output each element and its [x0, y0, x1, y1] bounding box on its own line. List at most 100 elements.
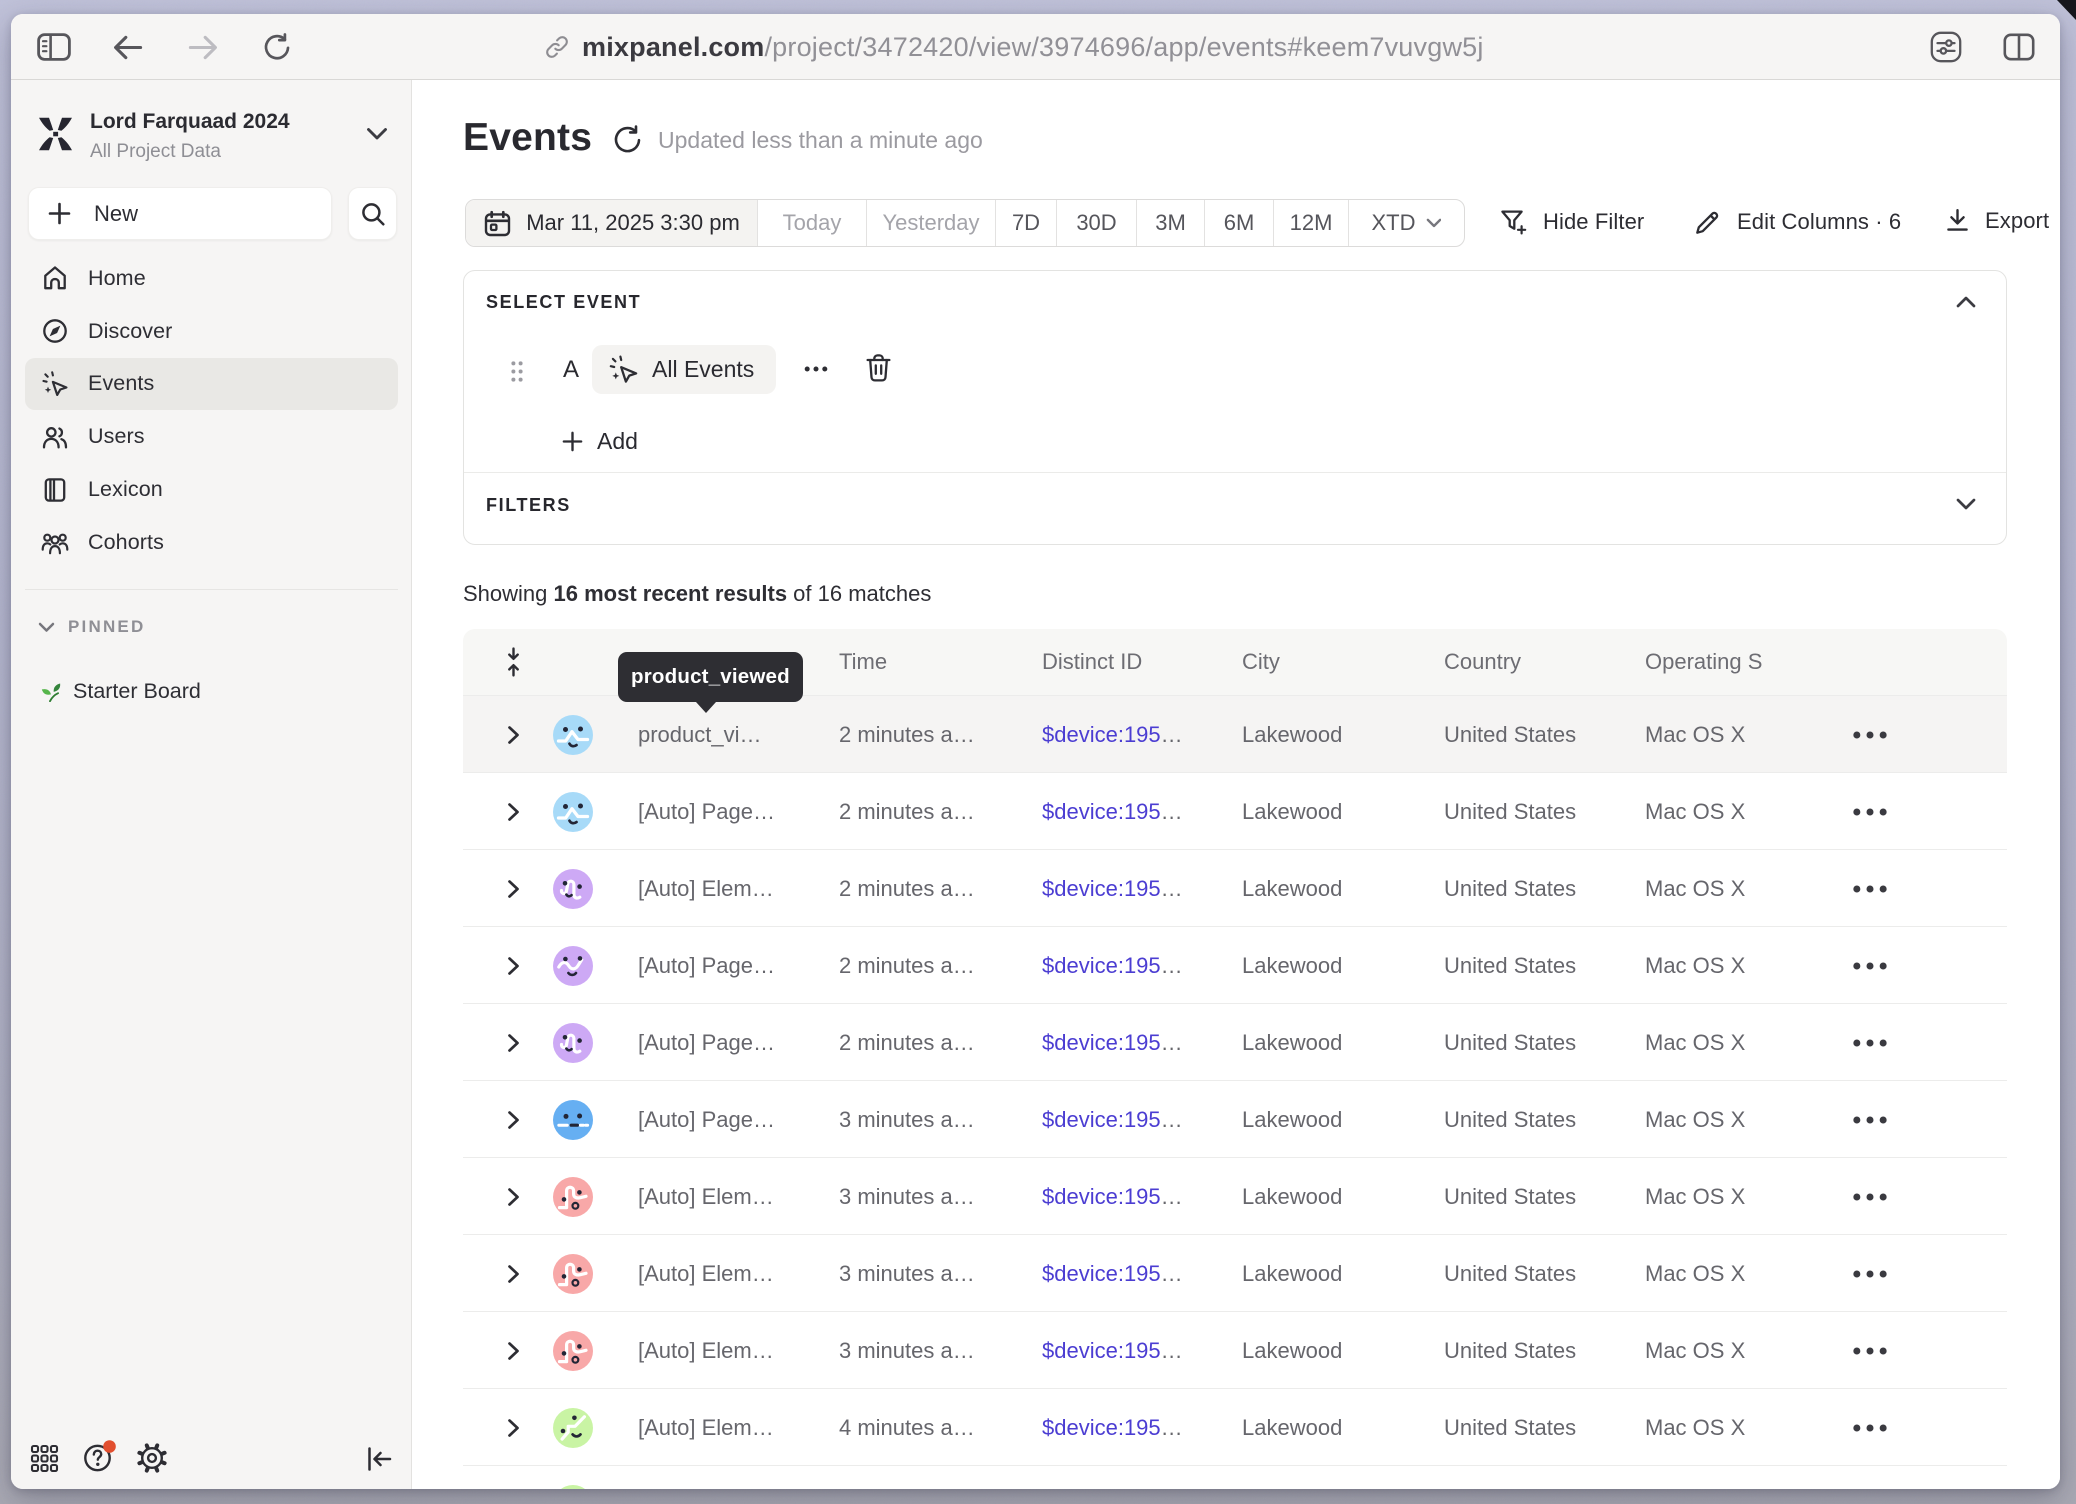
date-range-options: TodayYesterday7D30D3M6M12M XTD [757, 200, 1464, 246]
table-row[interactable]: [Auto] Elem…3 minutes a…$device:195…Lake… [463, 1157, 2007, 1234]
expand-row-icon[interactable] [505, 1312, 522, 1389]
date-range-12m[interactable]: 12M [1273, 200, 1348, 246]
expand-row-icon[interactable] [505, 1081, 522, 1158]
chevron-down-icon[interactable] [1956, 498, 1976, 511]
column-header-distinct-id[interactable]: Distinct ID [1042, 629, 1142, 695]
cell-country: United States [1444, 1235, 1576, 1312]
column-header-operating-s[interactable]: Operating S [1645, 629, 1765, 695]
expand-row-icon[interactable] [505, 773, 522, 850]
distinct-id-link[interactable]: $device:195 [1042, 1338, 1161, 1364]
expand-row-icon[interactable] [505, 1466, 522, 1489]
collapse-sidebar-icon[interactable] [366, 1446, 392, 1472]
date-range-7d[interactable]: 7D [995, 200, 1056, 246]
column-header-city[interactable]: City [1242, 629, 1280, 695]
table-row[interactable]: [Auto] Page…3 minutes a…$device:195…Lake… [463, 1080, 2007, 1157]
refresh-icon[interactable] [612, 124, 643, 155]
table-row[interactable]: [Auto] Elem…2 minutes a…$device:195…Lake… [463, 849, 2007, 926]
distinct-id-link[interactable]: $device:195 [1042, 876, 1161, 902]
distinct-id-link[interactable]: $device:195 [1042, 1107, 1161, 1133]
project-switcher[interactable]: Lord Farquaad 2024 All Project Data [11, 80, 411, 180]
back-icon[interactable] [112, 34, 144, 61]
row-actions-icon[interactable] [1849, 1081, 1891, 1158]
date-range-6m[interactable]: 6M [1204, 200, 1273, 246]
sidebar-item-lexicon[interactable]: Lexicon [25, 463, 398, 516]
more-options-icon[interactable] [804, 357, 828, 381]
address-bar[interactable]: mixpanel.com/project/3472420/view/397469… [544, 14, 1484, 80]
new-button[interactable]: New [28, 187, 332, 240]
table-row[interactable]: product_vi…2 minutes a…$device:195…Lakew… [463, 695, 2007, 772]
row-actions-icon[interactable] [1849, 773, 1891, 850]
row-actions-icon[interactable] [1849, 1312, 1891, 1389]
distinct-id-link[interactable]: $device:195 [1042, 953, 1161, 979]
reload-icon[interactable] [262, 32, 292, 62]
date-range-yesterday[interactable]: Yesterday [866, 200, 995, 246]
sidebar-item-events[interactable]: Events [25, 358, 398, 411]
cohorts-icon [41, 528, 69, 556]
row-actions-icon[interactable] [1849, 1235, 1891, 1312]
edit-columns-button[interactable]: Edit Columns · 6 [1693, 207, 1901, 237]
url-host: mixpanel.com [582, 32, 764, 62]
apps-grid-icon[interactable] [30, 1444, 59, 1473]
forward-icon[interactable] [187, 34, 219, 61]
sidebar-item-cohorts[interactable]: Cohorts [25, 516, 398, 569]
chevron-up-icon[interactable] [1956, 295, 1976, 308]
help-icon[interactable] [81, 1439, 118, 1476]
expand-row-icon[interactable] [505, 1004, 522, 1081]
date-range-3m[interactable]: 3M [1136, 200, 1204, 246]
table-row[interactable]: [Auto] Page…2 minutes a…$device:195…Lake… [463, 926, 2007, 1003]
date-range-label: XTD [1372, 210, 1416, 236]
add-event-button[interactable]: Add [562, 423, 638, 459]
distinct-id-link[interactable]: $device:195 [1042, 1415, 1161, 1441]
gear-icon[interactable] [136, 1442, 168, 1474]
distinct-id-link[interactable]: $device:195 [1042, 1030, 1161, 1056]
date-range-30d[interactable]: 30D [1056, 200, 1136, 246]
expand-row-icon[interactable] [505, 850, 522, 927]
distinct-id-link[interactable]: $device:195 [1042, 799, 1161, 825]
expand-row-icon[interactable] [505, 927, 522, 1004]
split-view-icon[interactable] [2003, 33, 2035, 61]
column-header-country[interactable]: Country [1444, 629, 1521, 695]
select-event-header: SELECT EVENT [486, 292, 641, 313]
row-actions-icon[interactable] [1849, 850, 1891, 927]
row-actions-icon[interactable] [1849, 1389, 1891, 1466]
sidebar-toggle-icon[interactable] [37, 33, 71, 61]
distinct-id-link[interactable]: $device:195 [1042, 722, 1161, 748]
table-row[interactable]: [Auto] Elem…4 minutes a…$device:195…Lake… [463, 1465, 2007, 1489]
cell-event-name: [Auto] Page… [638, 1081, 775, 1158]
expand-row-icon[interactable] [505, 696, 522, 773]
trash-icon[interactable] [864, 353, 893, 384]
row-actions-icon[interactable] [1849, 1466, 1891, 1489]
table-row[interactable]: [Auto] Page…2 minutes a…$device:195…Lake… [463, 772, 2007, 849]
pinned-item-starter-board[interactable]: Starter Board [25, 665, 398, 717]
expand-row-icon[interactable] [505, 1389, 522, 1466]
page-settings-icon[interactable] [1930, 31, 1962, 63]
sidebar-item-users[interactable]: Users [25, 410, 398, 463]
distinct-id-link[interactable]: $device:195 [1042, 1184, 1161, 1210]
row-actions-icon[interactable] [1849, 927, 1891, 1004]
expand-row-icon[interactable] [505, 1235, 522, 1312]
export-button[interactable]: Export [1944, 207, 2049, 234]
distinct-id-link[interactable]: $device:195 [1042, 1261, 1161, 1287]
row-actions-icon[interactable] [1849, 1004, 1891, 1081]
distinct-id-ellipsis: … [1161, 1107, 1183, 1133]
event-selector-button[interactable]: All Events [592, 345, 776, 394]
collapse-all-icon[interactable] [503, 646, 524, 678]
date-range-xtd[interactable]: XTD [1348, 200, 1464, 246]
new-button-label: New [94, 201, 138, 227]
column-header-time[interactable]: Time [839, 629, 887, 695]
sidebar-item-home[interactable]: Home [25, 252, 398, 305]
expand-row-icon[interactable] [505, 1158, 522, 1235]
sidebar-item-discover[interactable]: Discover [25, 305, 398, 358]
search-button[interactable] [348, 187, 397, 240]
row-actions-icon[interactable] [1849, 696, 1891, 773]
table-row[interactable]: [Auto] Elem…4 minutes a…$device:195…Lake… [463, 1388, 2007, 1465]
drag-handle-icon[interactable] [510, 360, 524, 382]
hide-filter-button[interactable]: Hide Filter [1499, 207, 1644, 237]
table-row[interactable]: [Auto] Elem…3 minutes a…$device:195…Lake… [463, 1234, 2007, 1311]
date-range-today[interactable]: Today [757, 200, 866, 246]
row-actions-icon[interactable] [1849, 1158, 1891, 1235]
table-row[interactable]: [Auto] Page…2 minutes a…$device:195…Lake… [463, 1003, 2007, 1080]
table-row[interactable]: [Auto] Elem…3 minutes a…$device:195…Lake… [463, 1311, 2007, 1388]
pinned-section-header[interactable]: PINNED [38, 617, 145, 637]
date-picker-selected[interactable]: Mar 11, 2025 3:30 pm [466, 200, 757, 246]
